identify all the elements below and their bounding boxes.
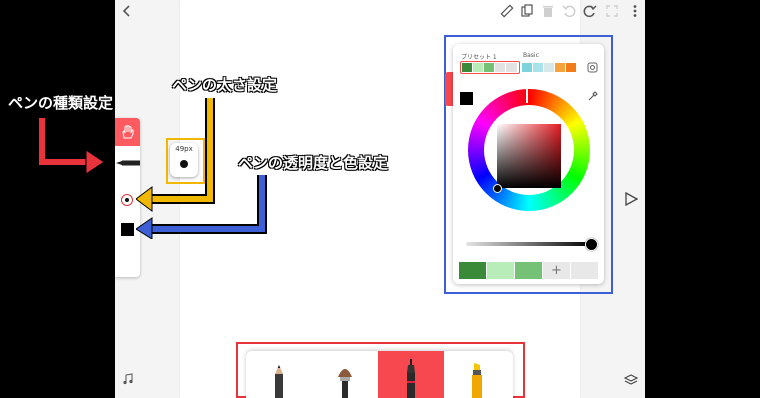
brush-paintbrush[interactable]: [312, 351, 378, 398]
eyedropper-icon[interactable]: [588, 91, 598, 101]
basic-swatch[interactable]: [544, 63, 554, 72]
recent-swatch[interactable]: [487, 262, 514, 279]
app-window: ペンの種類設定 ペンの太さ設定 ペンの透明度と色設定 49px プリセット 1 …: [0, 0, 760, 398]
settings-icon[interactable]: [587, 62, 598, 73]
basic-swatch[interactable]: [522, 63, 532, 72]
brush-selector: [246, 351, 513, 398]
basic-label: Basic: [523, 52, 539, 59]
opacity-slider-thumb[interactable]: [585, 238, 598, 251]
current-color-swatch: [460, 92, 473, 105]
basic-swatch[interactable]: [566, 63, 576, 72]
fullscreen-icon[interactable]: [605, 4, 619, 18]
preset-swatch-group[interactable]: [460, 61, 520, 74]
music-icon[interactable]: [122, 373, 134, 385]
size-popup[interactable]: 49px: [170, 143, 198, 177]
annotation-pen-opacity-color: ペンの透明度と色設定: [238, 154, 389, 172]
brush-highlighter[interactable]: [444, 351, 510, 398]
annotation-arrow-blue: [136, 175, 267, 239]
hue-wheel[interactable]: [468, 88, 590, 211]
color-indicator: [121, 223, 134, 236]
ruler-icon[interactable]: [500, 4, 514, 18]
annotation-pen-type: ペンの種類設定: [8, 94, 114, 112]
annotation-arrow-red: [37, 118, 105, 175]
brush-pen-selected[interactable]: [378, 351, 444, 398]
preset-swatch[interactable]: [506, 63, 517, 72]
opacity-slider[interactable]: [466, 242, 591, 246]
trash-icon[interactable]: [541, 4, 555, 18]
size-indicator: [121, 194, 133, 206]
recent-swatch[interactable]: [459, 262, 486, 279]
recent-swatch[interactable]: [515, 262, 542, 279]
redo-icon[interactable]: [583, 4, 597, 18]
layer-stack-icon[interactable]: [624, 372, 638, 386]
preset-swatch[interactable]: [484, 63, 494, 72]
preset-swatch[interactable]: [462, 63, 472, 72]
layers-icon[interactable]: [520, 4, 534, 18]
preset-swatch[interactable]: [495, 63, 505, 72]
color-picker-handle[interactable]: [493, 184, 502, 193]
add-swatch-button[interactable]: +: [543, 262, 570, 279]
hand-icon: [122, 125, 134, 139]
hue-marker: [526, 88, 528, 103]
empty-swatch[interactable]: [571, 262, 598, 279]
preset-swatch[interactable]: [473, 63, 483, 72]
size-preview-dot: [180, 160, 188, 168]
saturation-value-square[interactable]: [497, 124, 561, 188]
undo-icon[interactable]: [562, 4, 576, 18]
play-icon[interactable]: [624, 192, 638, 206]
preset-label: プリセット 1: [461, 54, 497, 61]
pencil-icon: [275, 365, 283, 398]
basic-swatch[interactable]: [555, 63, 565, 72]
more-icon[interactable]: [628, 4, 642, 18]
size-label: 49px: [175, 145, 193, 153]
color-panel: プリセット 1 Basic +: [453, 44, 604, 284]
size-popup-highlight: 49px: [166, 138, 205, 184]
basic-swatch[interactable]: [533, 63, 543, 72]
highlighter-icon: [472, 363, 482, 398]
brush-icon: [338, 369, 352, 398]
brush-pencil[interactable]: [246, 351, 312, 398]
back-icon[interactable]: [120, 4, 134, 18]
marker-icon: [407, 359, 415, 398]
annotation-pen-size: ペンの太さ設定: [172, 76, 278, 94]
color-panel-tab[interactable]: [445, 72, 453, 106]
